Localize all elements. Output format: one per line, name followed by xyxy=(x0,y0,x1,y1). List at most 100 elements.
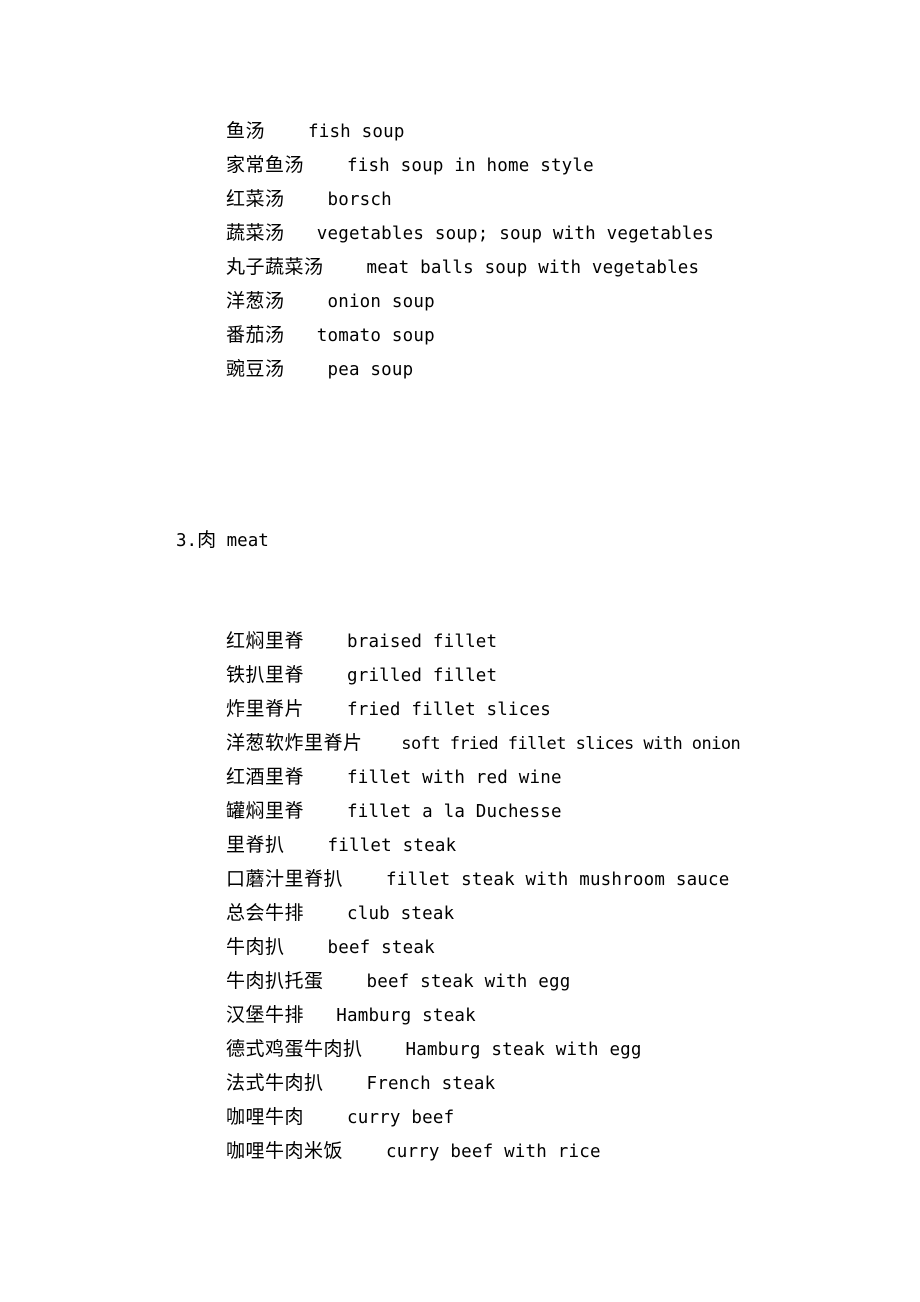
entry-spacer xyxy=(324,258,367,278)
entry-term-chinese: 里脊扒 xyxy=(226,834,285,856)
entry-spacer xyxy=(324,1074,367,1094)
glossary-entry: 红焖里脊 braised fillet xyxy=(226,624,740,658)
entry-spacer xyxy=(285,836,328,856)
section-heading-number: 3. xyxy=(176,531,198,551)
section-soups: 鱼汤 fish soup 家常鱼汤 fish soup in home style… xyxy=(226,114,714,386)
entry-gloss-english: meat balls soup with vegetables xyxy=(366,258,700,278)
glossary-entry: 里脊扒 fillet steak xyxy=(226,828,740,862)
entry-spacer xyxy=(304,1006,336,1026)
entry-spacer xyxy=(343,1142,386,1162)
entry-gloss-english: fillet steak with mushroom sauce xyxy=(385,870,730,890)
entry-term-chinese: 鱼汤 xyxy=(226,120,266,142)
soup-entry-list: 鱼汤 fish soup 家常鱼汤 fish soup in home style… xyxy=(226,114,714,386)
entry-spacer xyxy=(304,666,347,686)
glossary-entry: 蔬菜汤 vegetables soup; soup with vegetable… xyxy=(226,216,714,250)
entry-spacer xyxy=(304,1108,347,1128)
entry-term-chinese: 咖哩牛肉 xyxy=(226,1106,305,1128)
entry-term-chinese: 铁扒里脊 xyxy=(226,664,305,686)
glossary-entry: 番茄汤 tomato soup xyxy=(226,318,714,352)
entry-term-chinese: 汉堡牛排 xyxy=(226,1004,305,1026)
glossary-entry: 红酒里脊 fillet with red wine xyxy=(226,760,740,794)
entry-gloss-english: beef steak with egg xyxy=(366,972,571,992)
entry-gloss-english: club steak xyxy=(346,904,455,924)
entry-gloss-english: curry beef xyxy=(346,1108,455,1128)
glossary-entry: 咖哩牛肉 curry beef xyxy=(226,1100,740,1134)
document-page: 鱼汤 fish soup 家常鱼汤 fish soup in home style… xyxy=(0,0,920,1302)
entry-gloss-english: Hamburg steak with egg xyxy=(405,1040,642,1060)
entry-term-chinese: 家常鱼汤 xyxy=(226,154,305,176)
glossary-entry: 总会牛排 club steak xyxy=(226,896,740,930)
entry-term-chinese: 罐焖里脊 xyxy=(226,800,305,822)
entry-term-chinese: 德式鸡蛋牛肉扒 xyxy=(226,1038,363,1060)
entry-spacer xyxy=(324,972,367,992)
entry-spacer xyxy=(304,904,347,924)
entry-gloss-english: pea soup xyxy=(327,360,414,380)
glossary-entry: 铁扒里脊 grilled fillet xyxy=(226,658,740,692)
glossary-entry: 牛肉扒 beef steak xyxy=(226,930,740,964)
entry-spacer xyxy=(363,1040,406,1060)
entry-term-chinese: 法式牛肉扒 xyxy=(226,1072,324,1094)
glossary-entry: 汉堡牛排 Hamburg steak xyxy=(226,998,740,1032)
entry-spacer xyxy=(304,802,347,822)
glossary-entry: 家常鱼汤 fish soup in home style xyxy=(226,148,714,182)
glossary-entry: 洋葱汤 onion soup xyxy=(226,284,714,318)
glossary-entry: 洋葱软炸里脊片 soft fried fillet slices with on… xyxy=(226,726,741,760)
entry-gloss-english: fish soup in home style xyxy=(346,156,594,176)
entry-spacer xyxy=(285,360,328,380)
entry-gloss-english: fillet a la Duchesse xyxy=(346,802,562,822)
entry-term-chinese: 牛肉扒托蛋 xyxy=(226,970,324,992)
entry-gloss-english: fish soup xyxy=(307,122,405,142)
entry-term-chinese: 洋葱汤 xyxy=(226,290,285,312)
glossary-entry: 炸里脊片 fried fillet slices xyxy=(226,692,740,726)
glossary-entry: 法式牛肉扒 French steak xyxy=(226,1066,740,1100)
glossary-entry: 德式鸡蛋牛肉扒 Hamburg steak with egg xyxy=(226,1032,740,1066)
entry-spacer xyxy=(363,734,402,754)
entry-term-chinese: 洋葱软炸里脊片 xyxy=(226,732,363,754)
section-heading-gloss: meat xyxy=(226,531,269,551)
entry-term-chinese: 红焖里脊 xyxy=(226,630,305,652)
entry-gloss-english: braised fillet xyxy=(346,632,498,652)
entry-term-chinese: 丸子蔬菜汤 xyxy=(226,256,324,278)
entry-gloss-english: Hamburg steak xyxy=(336,1006,476,1026)
entry-term-chinese: 红酒里脊 xyxy=(226,766,305,788)
entry-gloss-english: fillet steak xyxy=(327,836,457,856)
entry-term-chinese: 总会牛排 xyxy=(226,902,305,924)
glossary-entry: 豌豆汤 pea soup xyxy=(226,352,714,386)
entry-term-chinese: 口蘑汁里脊扒 xyxy=(226,868,344,890)
glossary-entry: 鱼汤 fish soup xyxy=(226,114,714,148)
entry-gloss-english: fried fillet slices xyxy=(346,700,551,720)
entry-spacer xyxy=(265,122,308,142)
entry-spacer xyxy=(285,292,328,312)
entry-spacer xyxy=(304,700,347,720)
entry-gloss-english: vegetables soup; soup with vegetables xyxy=(316,224,714,244)
entry-gloss-english: French steak xyxy=(366,1074,496,1094)
entry-gloss-english: tomato soup xyxy=(316,326,435,346)
entry-term-chinese: 蔬菜汤 xyxy=(226,222,285,244)
entry-gloss-english: beef steak xyxy=(327,938,435,958)
glossary-entry: 丸子蔬菜汤 meat balls soup with vegetables xyxy=(226,250,714,284)
entry-spacer xyxy=(304,156,347,176)
entry-gloss-english: soft fried fillet slices with onion xyxy=(401,734,741,754)
section-heading-meat: 3.肉 meat xyxy=(160,489,269,551)
entry-spacer xyxy=(285,190,328,210)
entry-gloss-english: onion soup xyxy=(327,292,435,312)
glossary-entry: 红菜汤 borsch xyxy=(226,182,714,216)
glossary-entry: 咖哩牛肉米饭 curry beef with rice xyxy=(226,1134,740,1168)
entry-spacer xyxy=(343,870,386,890)
entry-term-chinese: 番茄汤 xyxy=(226,324,285,346)
section-heading-term: 肉 xyxy=(197,529,217,551)
entry-term-chinese: 牛肉扒 xyxy=(226,936,285,958)
entry-gloss-english: grilled fillet xyxy=(346,666,498,686)
entry-gloss-english: borsch xyxy=(327,190,392,210)
section-heading-spacer xyxy=(216,531,227,551)
section-meat: 红焖里脊 braised fillet 铁扒里脊 grilled fillet 炸里… xyxy=(226,624,741,1168)
entry-gloss-english: curry beef with rice xyxy=(385,1142,601,1162)
entry-term-chinese: 炸里脊片 xyxy=(226,698,305,720)
entry-term-chinese: 红菜汤 xyxy=(226,188,285,210)
entry-spacer xyxy=(285,326,317,346)
entry-spacer xyxy=(285,224,317,244)
glossary-entry: 牛肉扒托蛋 beef steak with egg xyxy=(226,964,740,998)
glossary-entry: 罐焖里脊 fillet a la Duchesse xyxy=(226,794,740,828)
meat-entry-list: 红焖里脊 braised fillet 铁扒里脊 grilled fillet 炸里… xyxy=(226,624,741,1168)
entry-term-chinese: 咖哩牛肉米饭 xyxy=(226,1140,344,1162)
